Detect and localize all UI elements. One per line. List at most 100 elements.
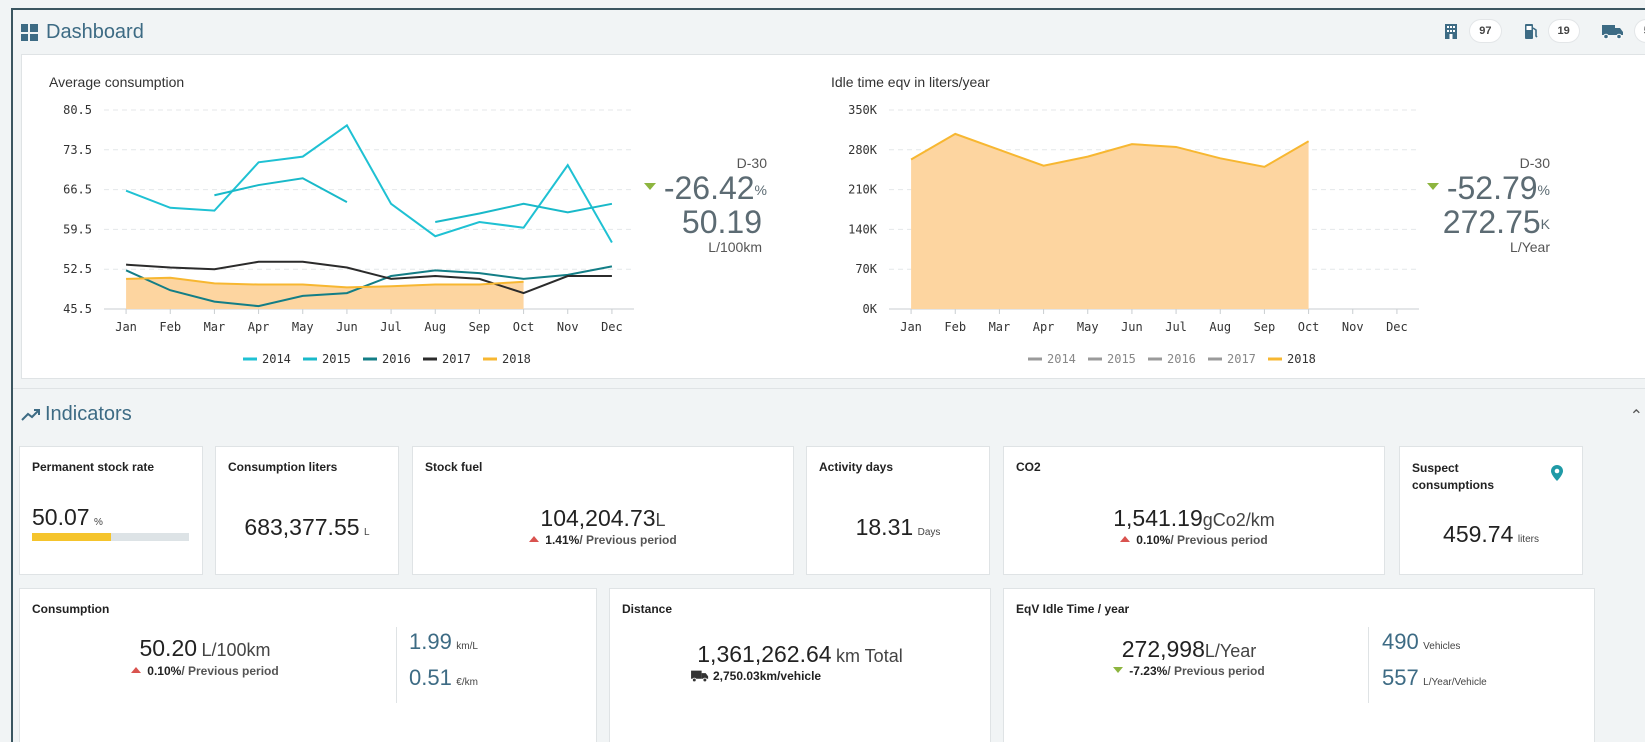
truck-icon <box>1601 22 1625 40</box>
chart1-kpi-value: 50.19 <box>624 205 762 239</box>
consumption-liters-unit: L <box>364 527 370 538</box>
pumps-counter[interactable]: 19 <box>1523 20 1579 42</box>
chart1-ytick-label: 52.5 <box>63 262 92 276</box>
idle-time-chart: 350K280K210K140K70K0KJanFebMarAprMayJunJ… <box>807 91 1427 366</box>
chart1-legend-label-2017: 2017 <box>442 352 471 366</box>
permanent-stock-progress-bar <box>32 533 189 541</box>
activity-days-title: Activity days <box>819 460 893 474</box>
chart2-ytick-label: 0K <box>863 302 878 316</box>
chart1-xtick-label: May <box>292 320 314 334</box>
chart2-kpi-period: D-30 <box>1402 155 1550 171</box>
chart2-xtick-label: Feb <box>944 320 966 334</box>
consumption-km-per-l: 1.99 km/L <box>409 629 478 655</box>
chart1-xtick-label: Jul <box>380 320 402 334</box>
consumption-change-value: 0.10% <box>147 664 181 678</box>
up-arrow-icon <box>1120 536 1130 542</box>
consumption-eur-per-km: 0.51 €/km <box>409 665 478 691</box>
chart2-xtick-label: Oct <box>1298 320 1320 334</box>
activity-days-card: Activity days 18.31 Days <box>806 446 990 575</box>
chart2-xtick-label: Aug <box>1209 320 1231 334</box>
chart2-kpi-value: 272.75K <box>1402 205 1550 239</box>
idle-time-change-value: -7.23% <box>1129 664 1167 678</box>
chart1-ytick-label: 59.5 <box>63 222 92 236</box>
chart1-line-2015 <box>435 204 612 222</box>
suspect-value: 459.74 <box>1443 521 1513 547</box>
header-counters: 97 19 53 <box>1442 20 1645 42</box>
down-arrow-icon <box>1427 183 1439 190</box>
consumption-value: 50.20 <box>139 635 197 661</box>
chart1-xtick-label: Aug <box>424 320 446 334</box>
consumption-liters-title: Consumption liters <box>228 460 337 474</box>
dashboard-header: Dashboard <box>21 16 144 48</box>
chart1-xtick-label: Sep <box>469 320 491 334</box>
chart1-ytick-label: 80.5 <box>63 103 92 117</box>
chart1-kpi-change: -26.42% <box>624 171 767 205</box>
idle-time-per-vehicle-unit: L/Year/Vehicle <box>1423 677 1487 688</box>
chart1-line-2015 <box>214 178 346 202</box>
consumption-km-per-l-value: 1.99 <box>409 629 452 654</box>
section-divider <box>13 388 1645 389</box>
sites-counter[interactable]: 97 <box>1442 20 1500 42</box>
consumption-liters-value: 683,377.55 <box>244 514 359 540</box>
chart2-kpi-unit: L/Year <box>1402 239 1550 255</box>
dashboard-frame: Dashboard 97 19 53 Average consumption 8… <box>11 8 1645 742</box>
consumption-eur-per-km-value: 0.51 <box>409 665 452 690</box>
page-title: Dashboard <box>46 21 144 44</box>
consumption-value-row: 50.20 L/100km <box>20 635 390 662</box>
chart2-legend-label-2015: 2015 <box>1107 352 1136 366</box>
stock-fuel-change: 1.41%/ Previous period <box>413 533 793 547</box>
stock-fuel-card: Stock fuel 104,204.73L 1.41%/ Previous p… <box>412 446 794 575</box>
idle-time-change: -7.23%/ Previous period <box>1004 664 1374 678</box>
pumps-count-badge: 19 <box>1549 20 1579 42</box>
consumption-card: Consumption 50.20 L/100km 0.10%/ Previou… <box>19 588 597 742</box>
sites-count-badge: 97 <box>1470 20 1500 42</box>
chart1-xtick-label: Mar <box>204 320 226 334</box>
chart1-ytick-label: 66.5 <box>63 183 92 197</box>
chart2-kpi-change-unit: % <box>1538 182 1550 198</box>
chart1-xtick-label: Nov <box>557 320 579 334</box>
consumption-change-label: / Previous period <box>181 664 278 678</box>
chart1-legend-label-2018: 2018 <box>502 352 531 366</box>
chart1-ytick-label: 73.5 <box>63 143 92 157</box>
distance-title: Distance <box>622 602 672 616</box>
idle-time-change-label: / Previous period <box>1167 664 1264 678</box>
idle-time-vehicles-unit: Vehicles <box>1423 641 1460 652</box>
idle-time-card: EqV Idle Time / year 272,998L/Year -7.23… <box>1003 588 1595 742</box>
suspect-consumptions-card: Suspect consumptions 459.74 liters <box>1399 446 1583 575</box>
stock-fuel-value: 104,204.73 <box>540 505 655 531</box>
idle-time-divider <box>1368 627 1369 703</box>
idle-time-vehicles-value: 490 <box>1382 629 1419 654</box>
permanent-stock-unit: % <box>94 517 103 528</box>
chart1-xtick-label: Jun <box>336 320 358 334</box>
chart1-kpi-change-unit: % <box>755 182 767 198</box>
building-icon <box>1442 22 1460 40</box>
idle-time-title: EqV Idle Time / year <box>1016 602 1129 616</box>
map-pin-icon[interactable] <box>1551 465 1563 481</box>
vehicles-count-badge: 53 <box>1635 20 1645 42</box>
dashboard-grid-icon <box>21 24 38 41</box>
stock-fuel-unit: L <box>656 510 666 530</box>
distance-unit: km Total <box>836 646 903 666</box>
stock-fuel-change-label: / Previous period <box>579 533 676 547</box>
chart2-legend-label-2017: 2017 <box>1227 352 1256 366</box>
chart2-kpi-value-number: 272.75 <box>1443 204 1541 240</box>
indicators-header: Indicators <box>21 403 132 426</box>
consumption-change: 0.10%/ Previous period <box>20 664 390 678</box>
chart2-xtick-label: Jan <box>900 320 922 334</box>
distance-value-row: 1,361,262.64 km Total <box>610 641 990 668</box>
co2-card: CO2 1,541.19gCo2/km 0.10%/ Previous peri… <box>1003 446 1385 575</box>
consumption-divider <box>396 627 397 703</box>
chart2-kpi: D-30 -52.79% 272.75K L/Year <box>1402 155 1550 255</box>
chart2-title: Idle time eqv in liters/year <box>831 74 990 90</box>
chart2-xtick-label: May <box>1077 320 1099 334</box>
co2-change: 0.10%/ Previous period <box>1004 533 1384 547</box>
chart2-legend-label-2018: 2018 <box>1287 352 1316 366</box>
suspect-unit: liters <box>1518 534 1539 545</box>
chart2-area-2018 <box>911 134 1309 309</box>
collapse-chevron-up-icon[interactable]: ⌃ <box>1630 406 1643 426</box>
vehicles-counter[interactable]: 53 <box>1601 20 1645 42</box>
chart1-kpi-period: D-30 <box>624 155 767 171</box>
down-arrow-icon <box>1113 667 1123 673</box>
distance-per-vehicle: 2,750.03km/vehicle <box>690 669 821 683</box>
idle-time-per-vehicle: 557 L/Year/Vehicle <box>1382 665 1487 691</box>
